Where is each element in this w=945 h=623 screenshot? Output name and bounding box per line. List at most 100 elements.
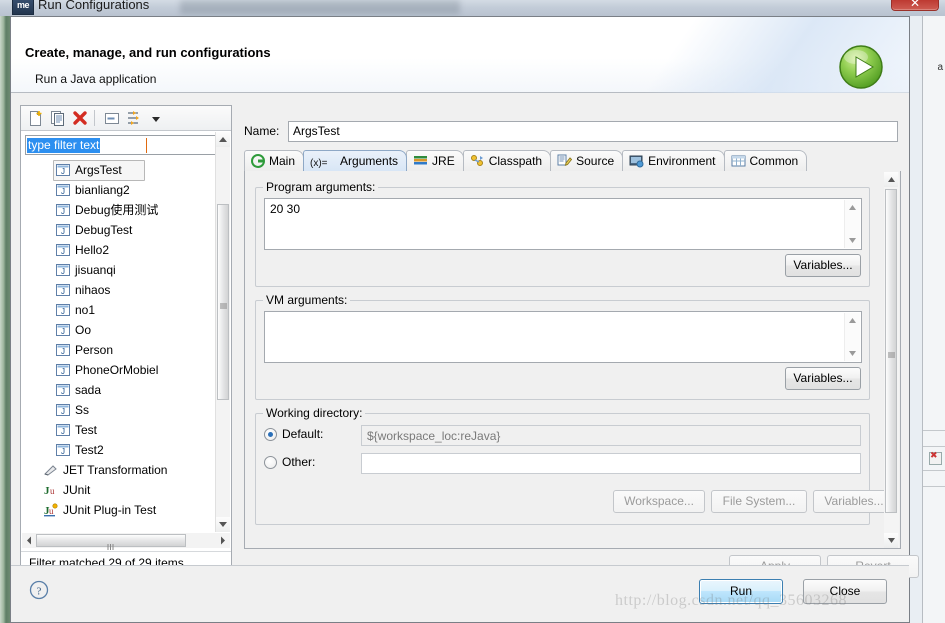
svg-text:J: J	[61, 267, 65, 276]
tree-item-hello2[interactable]: J Hello2	[23, 240, 229, 260]
tab-jre[interactable]: JRE	[406, 150, 464, 171]
window-title: Run Configurations	[38, 0, 150, 12]
tab-classpath[interactable]: Classpath	[462, 150, 552, 171]
java-file-icon: J	[56, 383, 70, 397]
help-question-icon[interactable]: ?	[29, 580, 49, 603]
page-title: Create, manage, and run configurations	[25, 45, 271, 60]
name-row: Name: ArgsTest	[244, 121, 899, 143]
java-file-icon: J	[56, 303, 70, 317]
tree-item-junit[interactable]: Ju JUnit	[23, 480, 229, 500]
name-label: Name:	[244, 124, 280, 138]
tab-source[interactable]: Source	[550, 150, 624, 171]
svg-text:?: ?	[37, 586, 42, 598]
program-arguments-group: Program arguments: 20 30 Variables...	[255, 180, 870, 287]
tab-arguments[interactable]: (x)= Arguments	[303, 150, 408, 171]
scrollbar-grip-icon	[220, 299, 227, 313]
screen: a me Run Configurations ✕ Create, manage…	[0, 0, 945, 623]
page-scroll-down-icon[interactable]	[884, 533, 898, 548]
page-scrollbar-thumb[interactable]	[885, 189, 897, 513]
divider	[21, 551, 231, 552]
page-scrollbar-grip-icon	[888, 348, 895, 362]
hscrollbar-thumb[interactable]	[36, 534, 186, 550]
close-icon[interactable]: ✕	[891, 0, 939, 11]
name-input[interactable]: ArgsTest	[288, 121, 898, 142]
scroll-down-icon[interactable]	[216, 517, 230, 532]
java-file-icon: J	[56, 443, 70, 457]
tab-main[interactable]: Main	[244, 150, 305, 171]
vm-arguments-textarea[interactable]	[264, 311, 862, 363]
tree-item-test[interactable]: J Test	[23, 420, 229, 440]
scroll-left-icon[interactable]	[22, 533, 36, 548]
svg-text:(x)=: (x)=	[310, 158, 328, 168]
tree-item-nihaos[interactable]: Jnihaos	[23, 280, 229, 300]
dialog-footer: ? Run Close	[11, 566, 909, 622]
tree-item-no1[interactable]: Jno1	[23, 300, 229, 320]
java-file-icon: J	[56, 403, 70, 417]
vm-arguments-scrollbar[interactable]	[844, 313, 860, 361]
tree-item-oo[interactable]: J Oo	[23, 320, 229, 340]
tree-item-sada[interactable]: Jsada	[23, 380, 229, 400]
working-directory-default-radio[interactable]	[264, 428, 277, 441]
filter-input-text: type filter text	[27, 138, 101, 153]
working-directory-variables-button[interactable]: Variables...	[813, 490, 895, 513]
tab-content-scrollbar[interactable]	[884, 172, 899, 548]
tree-item-bianliang2[interactable]: Jbianliang2	[23, 180, 229, 200]
chevron-down-icon[interactable]	[147, 110, 165, 127]
tab-label: Common	[749, 154, 799, 168]
arguments-tab-panel: Program arguments: 20 30 Variables... VM…	[244, 171, 901, 549]
svg-text:J: J	[61, 187, 65, 196]
program-arguments-textarea[interactable]: 20 30	[264, 198, 862, 250]
svg-text:J: J	[61, 387, 65, 396]
tree-horizontal-scrollbar[interactable]	[22, 533, 230, 550]
program-arguments-scrollbar[interactable]	[844, 200, 860, 248]
close-button[interactable]: Close	[803, 579, 887, 604]
scroll-up-icon[interactable]	[216, 132, 230, 147]
background-panel-text: a	[937, 62, 943, 73]
vm-arguments-label: VM arguments:	[263, 293, 351, 307]
tree-item-junit-plug-in-test[interactable]: Ju JUnit Plug-in Test	[23, 500, 229, 520]
background-desktop-left	[0, 0, 10, 623]
tree-item-debugtest[interactable]: J DebugTest	[23, 220, 229, 240]
program-arguments-label: Program arguments:	[263, 180, 379, 194]
tree-item-debug[interactable]: J Debug使用测试	[23, 200, 229, 220]
program-arguments-variables-button[interactable]: Variables...	[785, 254, 861, 277]
file-system-button[interactable]: File System...	[711, 490, 807, 513]
svg-text:J: J	[61, 407, 65, 416]
svg-text:J: J	[61, 367, 65, 376]
working-directory-other-radio[interactable]	[264, 456, 277, 469]
scrollbar-thumb[interactable]	[217, 204, 229, 400]
tree-item-person[interactable]: J Person	[23, 340, 229, 360]
tree-item-label: sada	[75, 383, 102, 397]
new-configuration-icon[interactable]	[27, 110, 45, 127]
tab-label: Source	[576, 154, 615, 168]
tree-vertical-scrollbar[interactable]	[215, 132, 230, 532]
tree-item-jisuanqi[interactable]: Jjisuanqi	[23, 260, 229, 280]
filter-icon[interactable]	[125, 110, 143, 127]
working-directory-other-input[interactable]	[361, 453, 861, 474]
search-input[interactable]: type filter text	[25, 135, 227, 155]
tree-item-label: jisuanqi	[75, 263, 116, 277]
configurations-tree[interactable]: J ArgsTest Jbianliang2 J Debug使用测试 J DebugTest…	[23, 160, 229, 532]
delete-configuration-icon[interactable]	[71, 110, 89, 127]
tree-item-argstest[interactable]: J ArgsTest	[23, 160, 229, 181]
collapse-all-icon[interactable]	[103, 110, 121, 127]
workspace-button[interactable]: Workspace...	[613, 490, 705, 513]
tab-environment[interactable]: Environment	[622, 150, 725, 171]
run-button[interactable]: Run	[699, 579, 783, 604]
working-directory-default-input: ${workspace_loc:reJava}	[361, 425, 861, 446]
tab-common[interactable]: Common	[723, 150, 808, 171]
duplicate-configuration-icon[interactable]	[49, 110, 67, 127]
vm-arguments-variables-button[interactable]: Variables...	[785, 367, 861, 390]
scroll-right-icon[interactable]	[216, 533, 230, 548]
tree-item-ss[interactable]: J Ss	[23, 400, 229, 420]
page-scroll-up-icon[interactable]	[884, 172, 898, 187]
svg-text:J: J	[61, 287, 65, 296]
tree-item-test2[interactable]: J Test2	[23, 440, 229, 460]
tree-item-label: JET Transformation	[63, 463, 168, 477]
java-file-icon: J	[56, 183, 70, 197]
tree-item-jet-transformation[interactable]: JET Transformation	[23, 460, 229, 480]
tree-item-phoneormobiel[interactable]: J PhoneOrMobiel	[23, 360, 229, 380]
svg-text:J: J	[61, 247, 65, 256]
tab-label: Main	[269, 154, 296, 168]
configurations-panel: type filter text J ArgsTest Jbianliang2 J De…	[20, 105, 232, 575]
